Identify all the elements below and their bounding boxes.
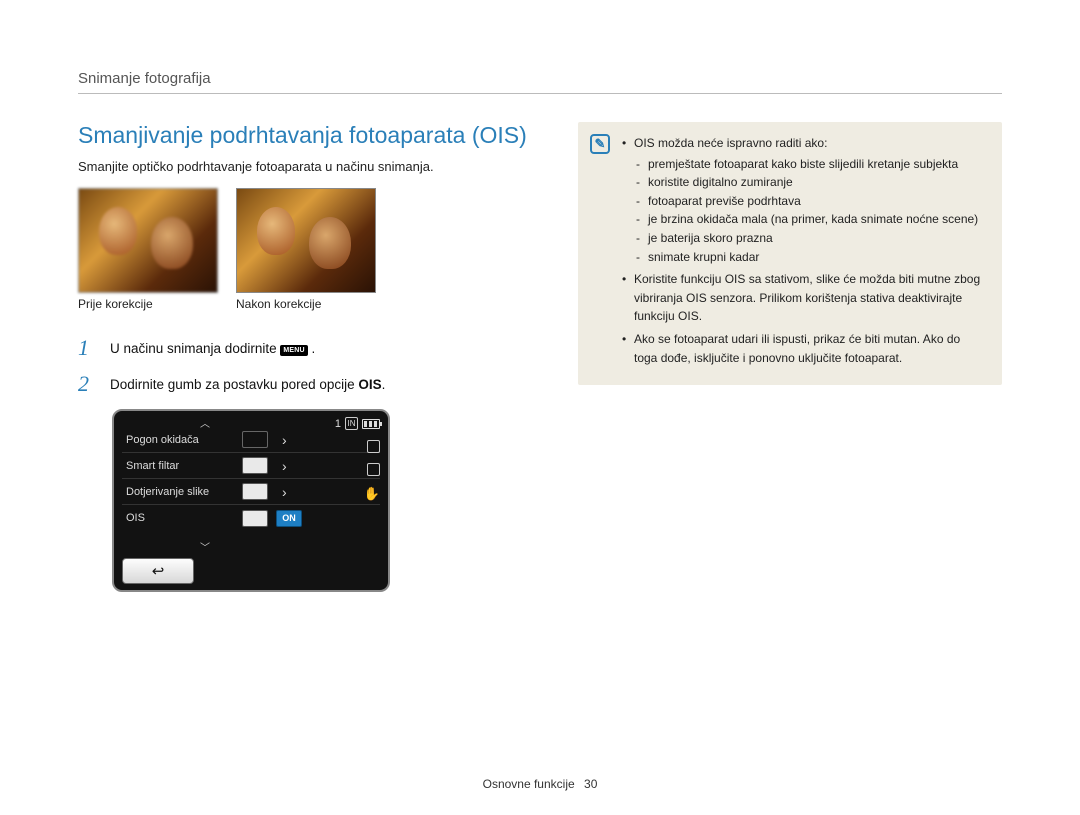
photo-before <box>78 188 218 293</box>
setting-label: Smart filtar <box>126 460 234 472</box>
photo-after <box>236 188 376 293</box>
step-text-after: . <box>382 377 386 392</box>
info-lead: OIS možda neće ispravno raditi ako: <box>634 136 827 150</box>
status-count: 1 <box>335 418 341 430</box>
step-bold: OIS <box>358 377 381 392</box>
scroll-down-icon[interactable]: ﹀ <box>200 539 210 554</box>
chevron-right-icon: › <box>282 458 287 474</box>
mode-icon-1 <box>367 440 380 453</box>
step-number: 1 <box>78 337 96 359</box>
info-sub-item: je baterija skoro prazna <box>634 229 986 248</box>
storage-in-icon: IN <box>345 417 358 430</box>
intro-text: Smanjite optičko podrhtavanje fotoaparat… <box>78 159 538 174</box>
setting-label: OIS <box>126 512 234 524</box>
battery-icon <box>362 419 380 429</box>
photo-after-label: Nakon korekcije <box>236 297 376 311</box>
note-icon: ✎ <box>590 134 610 154</box>
info-box: ✎ OIS možda neće ispravno raditi ako: pr… <box>578 122 1002 385</box>
step-number: 2 <box>78 373 96 395</box>
setting-label: Dotjerivanje slike <box>126 486 234 498</box>
info-sub-item: snimate krupni kadar <box>634 248 986 267</box>
setting-value-icon <box>242 483 268 500</box>
footer-page-number: 30 <box>584 777 597 791</box>
info-bullet: Koristite funkciju OIS sa stativom, slik… <box>622 270 986 326</box>
setting-label: Pogon okidača <box>126 434 234 446</box>
setting-value-icon <box>242 457 268 474</box>
steps-list: 1 U načinu snimanja dodirnite MENU . 2 D… <box>78 337 538 395</box>
info-sub-item: koristite digitalno zumiranje <box>634 173 986 192</box>
chevron-right-icon: › <box>282 484 287 500</box>
info-sub-item: fotoaparat previše podrhtava <box>634 192 986 211</box>
step-text: U načinu snimanja dodirnite <box>110 341 280 356</box>
menu-icon: MENU <box>280 345 307 356</box>
photo-before-label: Prije korekcije <box>78 297 218 311</box>
chevron-right-icon: › <box>282 432 287 448</box>
ois-hand-icon: ✋ <box>364 486 380 502</box>
step-text-after: . <box>312 341 316 356</box>
photo-comparison <box>78 188 538 293</box>
back-button[interactable]: ↩ <box>122 558 194 584</box>
camera-screen: ︿ 1 IN ✋ Pogon okidača › Smart filt <box>112 409 390 592</box>
setting-value-icon <box>242 510 268 527</box>
section-title: Smanjivanje podrhtavanja fotoaparata (OI… <box>78 122 538 149</box>
footer-section: Osnovne funkcije <box>483 777 575 791</box>
info-sub-item: je brzina okidača mala (na primer, kada … <box>634 210 986 229</box>
scroll-up-icon[interactable]: ︿ <box>200 415 210 430</box>
page-footer: Osnovne funkcije 30 <box>0 777 1080 791</box>
setting-value-on: ON <box>276 510 302 527</box>
setting-value-icon <box>242 431 268 448</box>
setting-row-ois[interactable]: OIS ON <box>122 505 380 531</box>
breadcrumb: Snimanje fotografija <box>78 70 1002 94</box>
info-bullet: Ako se fotoaparat udari ili ispusti, pri… <box>622 330 986 367</box>
step-text: Dodirnite gumb za postavku pored opcije <box>110 377 358 392</box>
info-sub-item: premještate fotoaparat kako biste slijed… <box>634 155 986 174</box>
mode-icon-2 <box>367 463 380 476</box>
